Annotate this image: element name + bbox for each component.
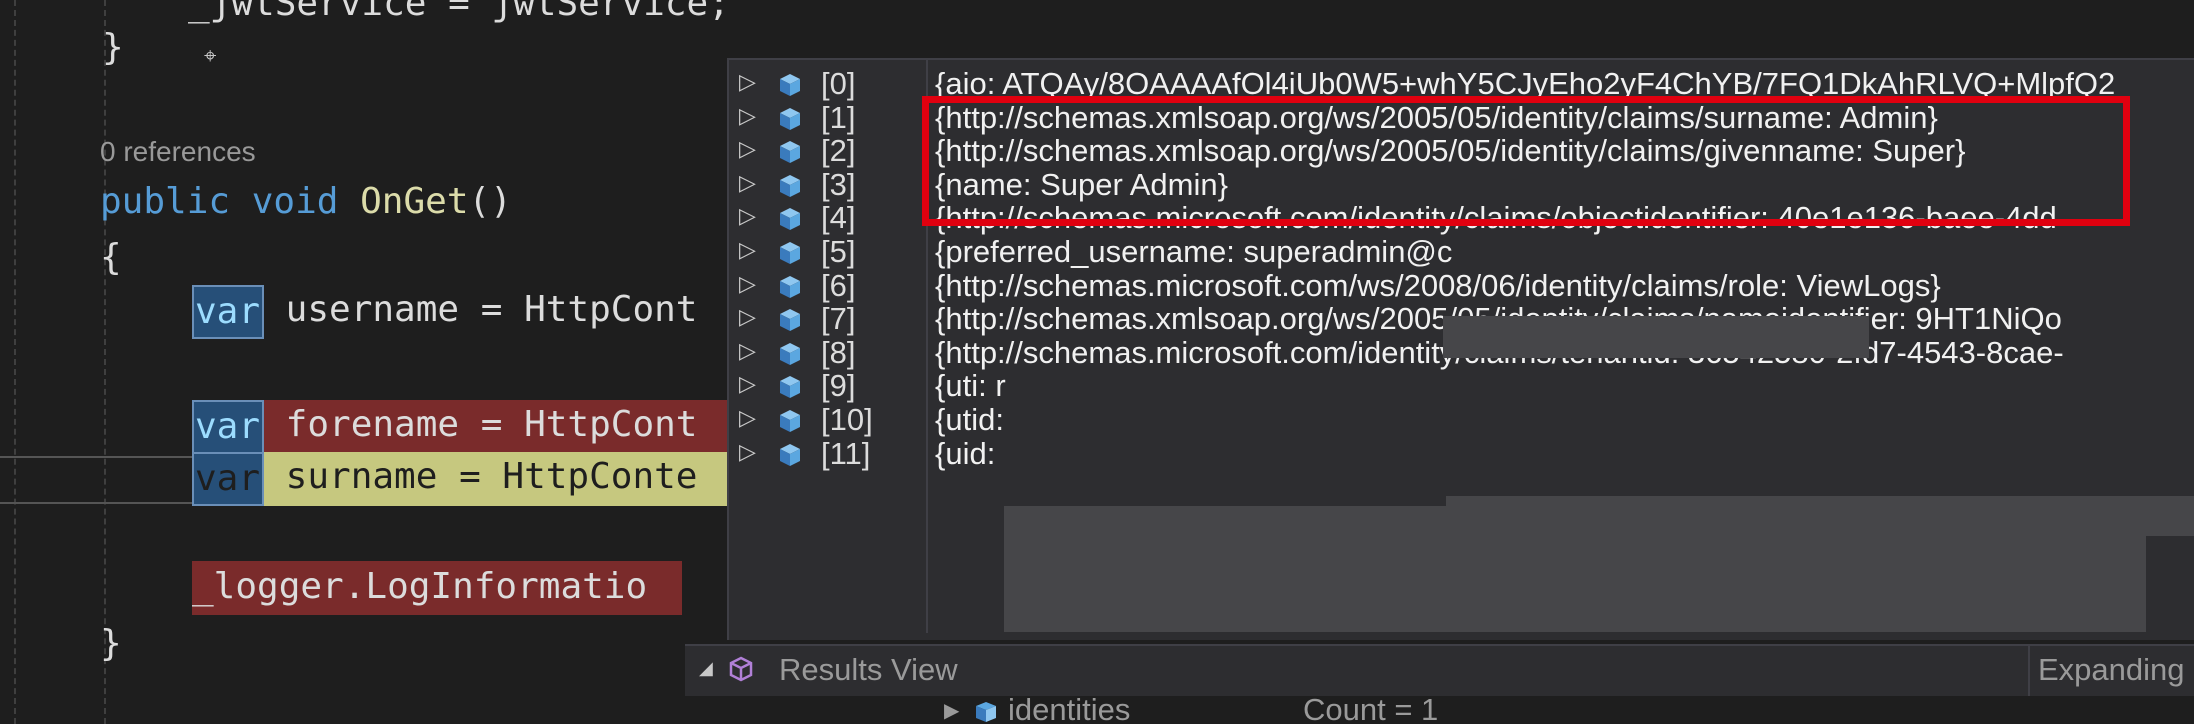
row-index: [11] xyxy=(821,435,871,471)
field-cube-icon xyxy=(780,107,800,130)
expand-arrow-icon[interactable]: ▶ xyxy=(944,698,959,722)
row-value: {uid: xyxy=(935,435,996,471)
expand-arrow-icon[interactable]: ▷ xyxy=(739,372,756,397)
expand-arrow-icon[interactable]: ▷ xyxy=(739,104,756,129)
expand-arrow-icon[interactable]: ▷ xyxy=(739,272,756,297)
var-keyword-highlight[interactable]: var xyxy=(192,285,264,339)
closing-brace: } xyxy=(102,27,124,68)
method-parens: () xyxy=(468,181,512,222)
method-signature: public void OnGet() xyxy=(100,178,512,226)
identities-label: identities xyxy=(1008,696,1131,724)
field-cube-icon xyxy=(780,141,800,164)
field-cube-icon xyxy=(780,74,800,96)
field-cube-icon xyxy=(780,342,800,365)
var-keyword-highlight[interactable]: var xyxy=(192,400,264,454)
field-cube-icon xyxy=(780,443,800,466)
field-cube-icon xyxy=(780,174,800,197)
keyword-void: void xyxy=(251,181,339,222)
method-name: OnGet xyxy=(360,181,469,222)
expand-arrow-icon[interactable]: ▷ xyxy=(739,406,756,431)
expand-arrow-icon[interactable]: ▷ xyxy=(739,171,756,196)
expand-arrow-icon[interactable]: ▷ xyxy=(739,204,756,229)
field-cube-icon xyxy=(780,208,800,231)
expand-arrow-icon[interactable]: ▷ xyxy=(739,70,756,95)
expand-arrow-icon[interactable]: ▷ xyxy=(739,238,756,263)
results-view-row[interactable]: ◢ Results View Expanding xyxy=(685,644,2194,696)
field-cube-icon xyxy=(780,275,800,298)
expand-arrow-icon[interactable]: ▷ xyxy=(739,137,756,162)
redaction-block xyxy=(1443,316,1869,358)
datatip-row[interactable]: ▷ [11] {uid: xyxy=(727,432,2194,479)
codelens-references[interactable]: 0 references xyxy=(100,136,256,168)
indent-guide xyxy=(104,0,106,724)
code-line-logger: _logger.LogInformatio xyxy=(192,566,648,607)
open-brace: { xyxy=(100,237,122,278)
code-line-surname: surname = HttpConte xyxy=(264,456,698,497)
var-keyword-highlight[interactable]: var xyxy=(192,452,264,506)
field-cube-icon xyxy=(780,309,800,332)
expand-arrow-icon[interactable]: ▷ xyxy=(739,305,756,330)
results-view-icon xyxy=(729,656,753,682)
field-cube-icon xyxy=(780,410,800,432)
cursor-move-icon: ⌖ xyxy=(204,44,217,69)
collapse-triangle-icon[interactable]: ◢ xyxy=(699,658,713,679)
expand-arrow-icon[interactable]: ▷ xyxy=(739,339,756,364)
keyword-public: public xyxy=(100,181,231,222)
code-line-forename: forename = HttpCont xyxy=(264,404,698,445)
identities-row[interactable]: ▶ identities Count = 1 xyxy=(930,696,2194,724)
field-cube-icon xyxy=(780,376,800,399)
field-cube-icon xyxy=(780,242,800,264)
results-view-label: Results View xyxy=(779,652,958,687)
identities-count: Count = 1 xyxy=(1303,696,1439,724)
redaction-block xyxy=(1004,506,2146,632)
indent-guide xyxy=(14,0,16,724)
column-separator xyxy=(2028,646,2030,696)
expanding-text: Expanding xyxy=(2038,652,2185,687)
highlight-box xyxy=(922,96,2130,226)
expand-arrow-icon[interactable]: ▷ xyxy=(739,440,756,465)
closing-brace: } xyxy=(100,623,122,664)
code-line-jwtservice: _jwtService = jwtService; xyxy=(188,0,730,24)
property-icon xyxy=(976,702,996,722)
code-line-username: username = HttpCont xyxy=(264,289,698,330)
